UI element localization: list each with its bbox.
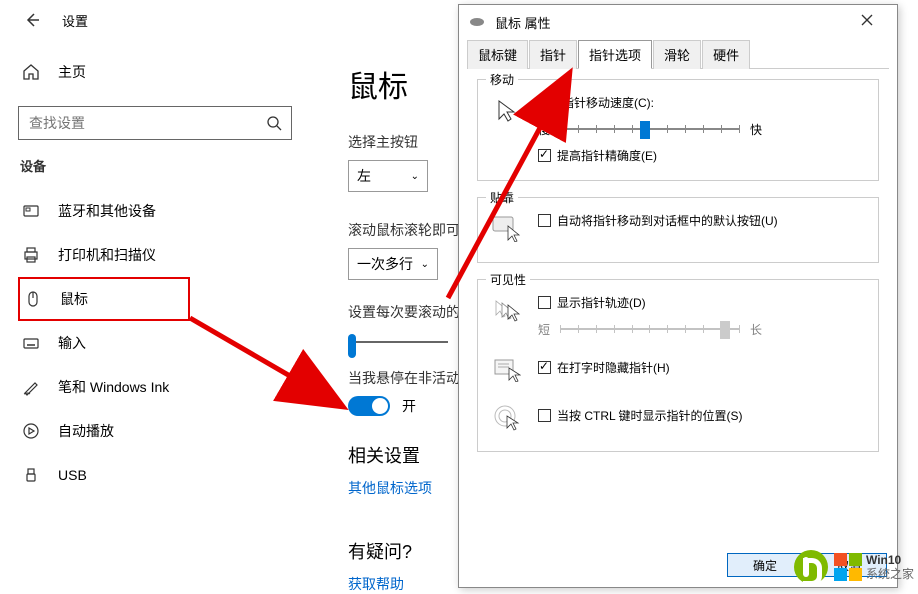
pen-icon bbox=[20, 378, 42, 396]
snap-group-title: 贴靠 bbox=[486, 189, 518, 206]
sidebar-item-printers[interactable]: 打印机和扫描仪 bbox=[18, 233, 310, 277]
hover-toggle[interactable] bbox=[348, 396, 390, 416]
nav-label: 打印机和扫描仪 bbox=[58, 245, 156, 265]
nav-label: 笔和 Windows Ink bbox=[58, 377, 169, 397]
ctrl-locate-checkbox[interactable] bbox=[538, 409, 551, 422]
slow-label: 慢 bbox=[538, 121, 550, 138]
snap-icon bbox=[490, 212, 524, 246]
tab-wheel[interactable]: 滑轮 bbox=[653, 40, 701, 69]
mouse-small-icon bbox=[469, 17, 485, 27]
sidebar-item-usb[interactable]: USB bbox=[18, 453, 310, 497]
visibility-group-title: 可见性 bbox=[486, 271, 530, 288]
bluetooth-icon bbox=[20, 202, 42, 220]
fast-label: 快 bbox=[750, 121, 762, 138]
search-input[interactable] bbox=[19, 107, 257, 139]
tab-pointer-options[interactable]: 指针选项 bbox=[578, 40, 652, 69]
search-box[interactable] bbox=[18, 106, 292, 140]
devices-heading: 设备 bbox=[20, 156, 310, 175]
watermark-logo-icon bbox=[794, 550, 828, 584]
ok-button[interactable]: 确定 bbox=[727, 553, 803, 577]
sidebar-item-autoplay[interactable]: 自动播放 bbox=[18, 409, 310, 453]
sidebar-item-pen[interactable]: 笔和 Windows Ink bbox=[18, 365, 310, 409]
sidebar-item-bluetooth[interactable]: 蓝牙和其他设备 bbox=[18, 189, 310, 233]
enhance-precision-checkbox[interactable] bbox=[538, 149, 551, 162]
visibility-group: 可见性 显示指针轨迹(D) 短 bbox=[477, 279, 879, 452]
hide-typing-label: 在打字时隐藏指针(H) bbox=[557, 359, 670, 376]
toggle-state: 开 bbox=[402, 396, 416, 416]
snap-group: 贴靠 自动将指针移动到对话框中的默认按钮(U) bbox=[477, 197, 879, 263]
tab-strip: 鼠标键 指针 指针选项 滑轮 硬件 bbox=[467, 39, 889, 69]
tab-hardware[interactable]: 硬件 bbox=[702, 40, 750, 69]
tab-buttons[interactable]: 鼠标键 bbox=[467, 40, 528, 69]
mouse-icon bbox=[22, 290, 44, 308]
arrow-left-icon bbox=[23, 11, 41, 29]
trail-label: 显示指针轨迹(D) bbox=[557, 294, 646, 311]
home-label: 主页 bbox=[58, 62, 86, 82]
snap-checkbox[interactable] bbox=[538, 214, 551, 227]
long-label: 长 bbox=[750, 321, 762, 338]
chevron-down-icon: ⌄ bbox=[411, 171, 419, 182]
lines-slider[interactable] bbox=[348, 330, 448, 354]
sidebar-item-mouse[interactable]: 鼠标 bbox=[18, 277, 190, 321]
enhance-precision-label: 提高指针精确度(E) bbox=[557, 147, 657, 164]
trail-checkbox[interactable] bbox=[538, 296, 551, 309]
ctrl-locate-icon bbox=[490, 401, 524, 435]
tab-pointers[interactable]: 指针 bbox=[529, 40, 577, 69]
sidebar-item-typing[interactable]: 输入 bbox=[18, 321, 310, 365]
select-value: 一次多行 bbox=[357, 254, 413, 274]
trail-slider bbox=[560, 319, 740, 339]
watermark-line1: Win10 bbox=[866, 553, 914, 567]
dialog-title: 鼠标 属性 bbox=[495, 13, 847, 32]
typing-icon bbox=[20, 334, 42, 352]
hide-typing-checkbox[interactable] bbox=[538, 361, 551, 374]
nav-label: 输入 bbox=[58, 333, 86, 353]
home-button[interactable]: 主页 bbox=[18, 54, 310, 90]
hide-typing-icon bbox=[490, 353, 524, 387]
windows-flag-icon bbox=[834, 553, 862, 581]
close-button[interactable] bbox=[847, 13, 887, 31]
select-value: 左 bbox=[357, 166, 371, 186]
sidebar: 主页 设备 蓝牙和其他设备 bbox=[0, 40, 320, 594]
back-button[interactable] bbox=[20, 8, 44, 32]
nav-label: 蓝牙和其他设备 bbox=[58, 201, 156, 221]
scroll-wheel-select[interactable]: 一次多行 ⌄ bbox=[348, 248, 438, 280]
printers-icon bbox=[20, 246, 42, 264]
motion-text: 选择指针移动速度(C): bbox=[538, 94, 866, 111]
nav-label: 鼠标 bbox=[60, 289, 88, 309]
nav-label: USB bbox=[58, 467, 87, 483]
ctrl-locate-label: 当按 CTRL 键时显示指针的位置(S) bbox=[557, 407, 743, 424]
primary-button-select[interactable]: 左 ⌄ bbox=[348, 160, 428, 192]
dialog-body: 移动 选择指针移动速度(C): 慢 快 bbox=[459, 69, 897, 502]
usb-icon bbox=[20, 466, 42, 484]
dialog-titlebar[interactable]: 鼠标 属性 bbox=[459, 5, 897, 39]
snap-label: 自动将指针移动到对话框中的默认按钮(U) bbox=[557, 212, 778, 229]
motion-group-title: 移动 bbox=[486, 71, 518, 88]
chevron-down-icon: ⌄ bbox=[421, 259, 429, 270]
watermark-line2: 系统之家 bbox=[866, 567, 914, 581]
nav-label: 自动播放 bbox=[58, 421, 114, 441]
autoplay-icon bbox=[20, 422, 42, 440]
trail-icon bbox=[490, 294, 524, 328]
settings-title: 设置 bbox=[62, 11, 88, 30]
close-icon bbox=[861, 14, 873, 26]
home-icon bbox=[20, 63, 42, 81]
mouse-properties-dialog: 鼠标 属性 鼠标键 指针 指针选项 滑轮 硬件 移动 选择指针移动速度(C): … bbox=[458, 4, 898, 588]
pointer-speed-slider[interactable] bbox=[560, 119, 740, 139]
search-icon[interactable] bbox=[257, 107, 291, 139]
watermark: Win10 系统之家 bbox=[794, 550, 914, 584]
pointer-speed-icon bbox=[490, 94, 524, 128]
short-label: 短 bbox=[538, 321, 550, 338]
nav-list: 蓝牙和其他设备 打印机和扫描仪 鼠标 bbox=[18, 189, 310, 497]
motion-group: 移动 选择指针移动速度(C): 慢 快 bbox=[477, 79, 879, 181]
